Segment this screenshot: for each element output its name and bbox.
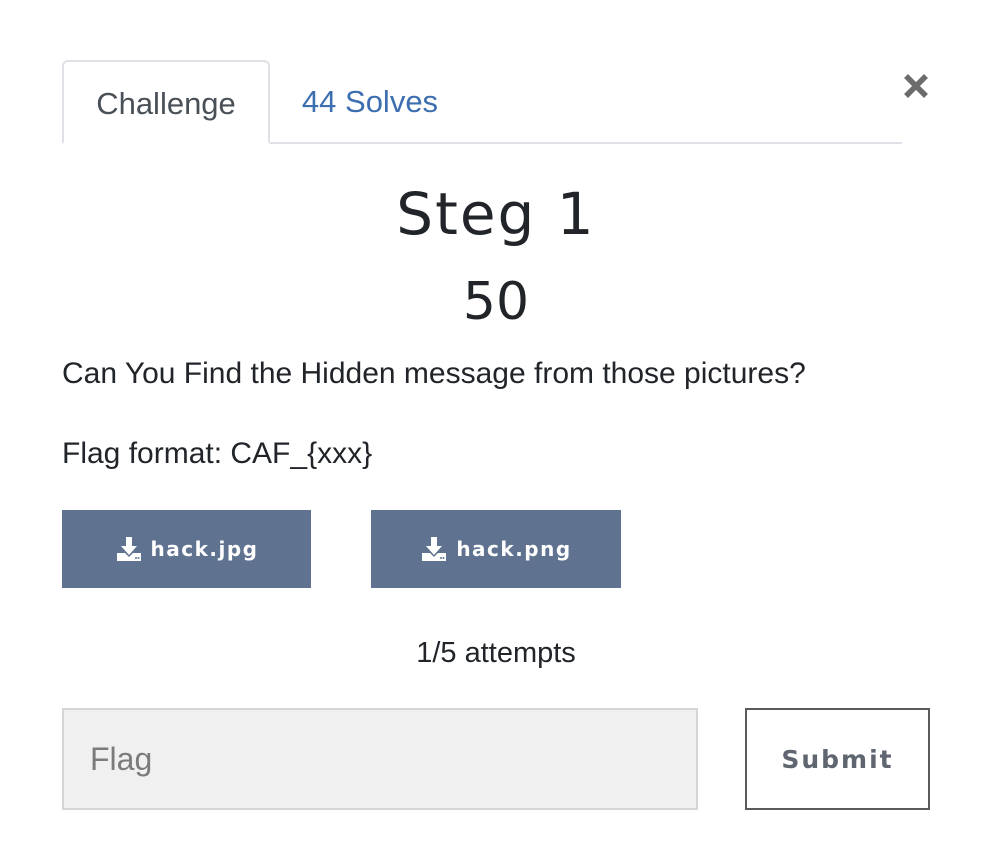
challenge-modal: Challenge 44 Solves Steg 1 50 Can You Fi… <box>0 0 990 844</box>
challenge-description: Can You Find the Hidden message from tho… <box>62 357 806 390</box>
close-button[interactable] <box>896 64 936 108</box>
tab-solves[interactable]: 44 Solves <box>286 60 454 144</box>
flag-input[interactable] <box>62 708 698 810</box>
close-icon <box>904 74 928 98</box>
submit-button[interactable]: Submit <box>745 708 930 810</box>
tab-challenge[interactable]: Challenge <box>62 60 270 144</box>
attempts-counter: 1/5 attempts <box>416 637 576 669</box>
download-icon <box>116 537 141 561</box>
challenge-value: 50 <box>462 272 530 332</box>
file-download-button-hack-jpg[interactable]: hack.jpg <box>62 510 311 588</box>
download-icon <box>422 537 447 561</box>
file-download-button-hack-png[interactable]: hack.png <box>371 510 621 588</box>
file-label: hack.jpg <box>150 537 259 561</box>
file-label: hack.png <box>456 537 572 561</box>
flag-format-text: Flag format: CAF_{xxx} <box>62 437 373 470</box>
challenge-name: Steg 1 <box>396 180 596 248</box>
challenge-tabs: Challenge 44 Solves <box>62 60 902 144</box>
